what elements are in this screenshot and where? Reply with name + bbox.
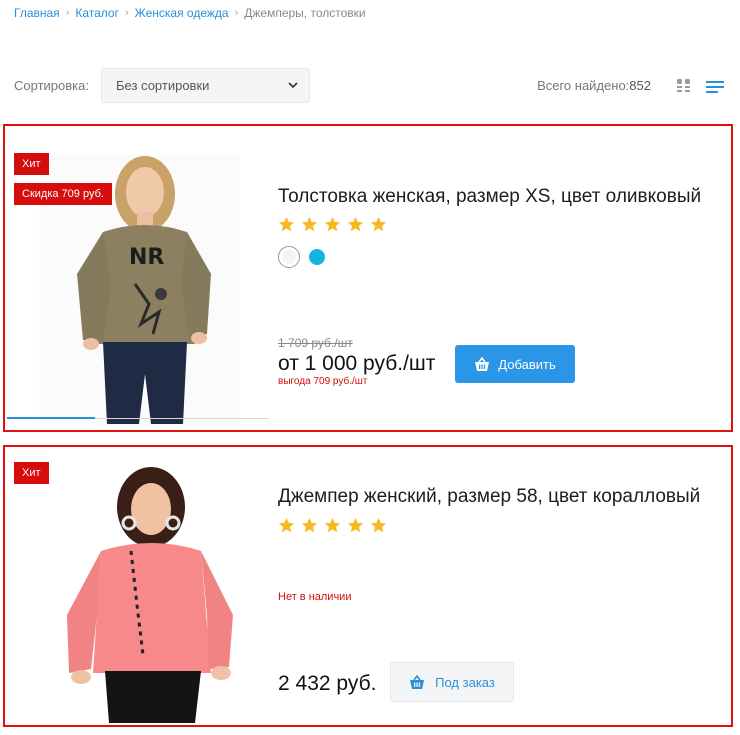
add-to-cart-label: Добавить (498, 356, 556, 372)
image-slider-indicator (7, 417, 269, 419)
chevron-right-icon: › (234, 7, 239, 19)
results-label: Всего найдено: (537, 78, 630, 93)
breadcrumb-link-home[interactable]: Главная (14, 6, 60, 20)
grid-view-icon[interactable] (676, 78, 692, 94)
sort-bar: Сортировка: Без сортировки Всего найдено… (14, 68, 726, 104)
basket-icon (410, 674, 425, 689)
chevron-down-icon (288, 82, 298, 89)
star-icon (278, 517, 295, 533)
discount-badge: Скидка 709 руб. (14, 183, 112, 205)
sort-label: Сортировка: (14, 78, 89, 93)
color-swatch-white[interactable] (278, 246, 300, 268)
breadcrumb-link-womens-clothing[interactable]: Женская одежда (135, 6, 229, 20)
hit-badge: Хит (14, 462, 49, 484)
color-swatches (278, 246, 325, 268)
product-photo-sweatshirt: NR (39, 154, 239, 424)
sort-selected-value: Без сортировки (116, 78, 210, 93)
product-card[interactable]: NR Хит Скидка 709 руб. Толстовка женская… (3, 124, 733, 432)
rating-stars (278, 517, 387, 534)
hit-badge: Хит (14, 153, 49, 175)
breadcrumb-current: Джемперы, толстовки (244, 6, 366, 20)
svg-text:NR: NR (129, 245, 164, 270)
preorder-button[interactable]: Под заказ (390, 662, 514, 702)
product-price: от 1 000 руб./шт (278, 352, 436, 375)
star-icon (301, 517, 318, 533)
chevron-right-icon: › (65, 7, 70, 19)
product-image[interactable]: NR (11, 134, 271, 424)
results-count: Всего найдено:852 (537, 78, 651, 93)
product-photo-jumper (11, 455, 271, 723)
add-to-cart-button[interactable]: Добавить (455, 345, 575, 383)
product-card[interactable]: Хит Джемпер женский, размер 58, цвет кор… (3, 445, 733, 727)
star-icon (301, 216, 318, 232)
product-image[interactable] (11, 455, 271, 723)
product-title[interactable]: Джемпер женский, размер 58, цвет коралло… (278, 486, 700, 508)
old-price: 1 709 руб./шт (278, 336, 353, 350)
star-icon (347, 517, 364, 533)
results-number: 852 (629, 78, 651, 93)
product-price: 2 432 руб. (278, 672, 377, 695)
star-icon (278, 216, 295, 232)
star-icon (370, 216, 387, 232)
rating-stars (278, 216, 387, 233)
star-icon (324, 517, 341, 533)
preorder-label: Под заказ (435, 674, 495, 690)
chevron-right-icon: › (124, 7, 129, 19)
star-icon (347, 216, 364, 232)
savings-text: выгода 709 руб./шт (278, 376, 368, 387)
sort-select[interactable]: Без сортировки (101, 68, 310, 103)
stock-status: Нет в наличии (278, 591, 352, 603)
product-title[interactable]: Толстовка женская, размер XS, цвет оливк… (278, 186, 701, 208)
star-icon (370, 517, 387, 533)
color-swatch-blue[interactable] (309, 249, 325, 265)
breadcrumb: Главная › Каталог › Женская одежда › Дже… (14, 6, 366, 20)
image-slider-active (7, 417, 95, 419)
list-view-icon[interactable] (706, 80, 724, 94)
star-icon (324, 216, 341, 232)
basket-icon (475, 356, 490, 371)
breadcrumb-link-catalog[interactable]: Каталог (75, 6, 119, 20)
